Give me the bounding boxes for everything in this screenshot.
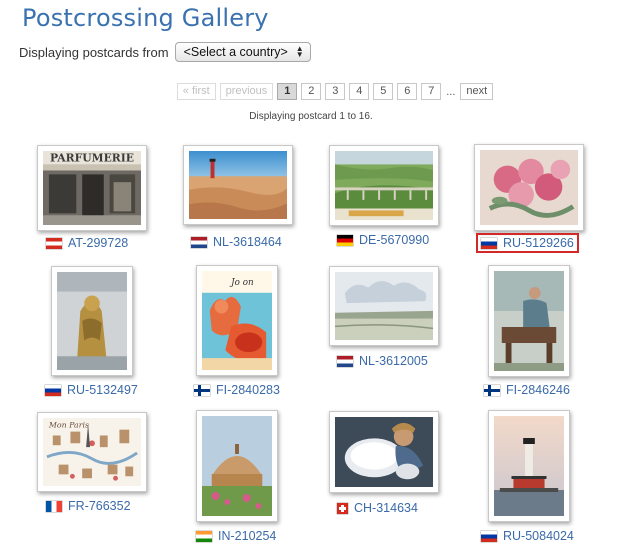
page-button-4[interactable]: 4	[349, 83, 370, 100]
page-button-3[interactable]: 3	[325, 83, 346, 100]
postcard-link[interactable]: FI-2846246	[484, 383, 570, 397]
postcard-thumbnail[interactable]: Mon Paris	[37, 412, 147, 492]
postcard-id: FR-766352	[68, 499, 131, 513]
postcard-thumbnail[interactable]	[329, 145, 439, 226]
first-page-button[interactable]: « first	[176, 83, 216, 100]
page-button-1[interactable]: 1	[277, 83, 298, 100]
postcard-thumbnail[interactable]	[329, 266, 439, 346]
postcard-link[interactable]: NL-3618464	[191, 235, 282, 249]
postcard-id: FI-2846246	[506, 383, 570, 397]
country-filter: Displaying postcards from <Select a coun…	[19, 42, 311, 62]
germany-flag-icon	[337, 234, 353, 246]
country-select-value: <Select a country>	[183, 45, 288, 59]
postcard-id: NL-3618464	[213, 235, 282, 249]
page-title: Postcrossing Gallery	[22, 4, 269, 32]
postcard-id: AT-299728	[68, 236, 129, 250]
postcard-id: RU-5129266	[503, 236, 574, 250]
postcard-link[interactable]: FI-2840283	[194, 383, 280, 397]
netherlands-flag-icon	[191, 236, 207, 248]
netherlands-flag-icon	[337, 355, 353, 367]
postcard-link[interactable]: IN-210254	[196, 529, 276, 543]
finland-flag-icon	[484, 384, 500, 396]
postcard-id: FI-2840283	[216, 383, 280, 397]
postcard-link[interactable]: NL-3612005	[337, 354, 428, 368]
display-status: Displaying postcard 1 to 16.	[249, 111, 373, 122]
postcard-link[interactable]: CH-314634	[337, 501, 418, 515]
postcard-link[interactable]: RU-5132497	[45, 383, 138, 397]
pagination: « first previous 1 2 3 4 5 6 7 ... next	[0, 83, 622, 100]
postcard-link[interactable]: RU-5084024	[481, 529, 574, 543]
svg-text:PARFUMERIE: PARFUMERIE	[50, 152, 134, 165]
filter-label: Displaying postcards from	[19, 44, 169, 60]
select-arrows-icon: ▲ ▼	[295, 44, 304, 59]
postcard-thumbnail[interactable]: PARFUMERIE	[37, 145, 147, 231]
postcard-thumbnail[interactable]	[51, 266, 133, 376]
russia-flag-icon	[481, 530, 497, 542]
postcard-link[interactable]: RU-5129266	[476, 233, 579, 253]
page-button-6[interactable]: 6	[397, 83, 418, 100]
country-select[interactable]: <Select a country> ▲ ▼	[174, 42, 311, 62]
postcard-thumbnail[interactable]	[488, 265, 570, 377]
postcard-link[interactable]: FR-766352	[46, 499, 131, 513]
postcard-link[interactable]: AT-299728	[46, 236, 128, 250]
next-page-button[interactable]: next	[460, 83, 494, 100]
page-button-2[interactable]: 2	[301, 83, 322, 100]
postcard-thumbnail[interactable]	[488, 410, 570, 522]
image-caption-text: Jo on	[229, 278, 254, 288]
russia-flag-icon	[481, 237, 497, 249]
postcard-id: IN-210254	[218, 529, 277, 543]
postcard-thumbnail[interactable]	[329, 411, 439, 493]
postcard-thumbnail[interactable]	[474, 144, 584, 231]
austria-flag-icon	[46, 237, 62, 249]
india-flag-icon	[196, 530, 212, 542]
postcard-id: CH-314634	[354, 501, 418, 515]
page-button-7[interactable]: 7	[421, 83, 442, 100]
postcard-id: RU-5132497	[67, 383, 138, 397]
postcard-id: DE-5670990	[359, 233, 430, 247]
postcard-id: NL-3612005	[359, 354, 428, 368]
france-flag-icon	[46, 500, 62, 512]
page-button-5[interactable]: 5	[373, 83, 394, 100]
postcard-link[interactable]: DE-5670990	[337, 233, 429, 247]
russia-flag-icon	[45, 384, 61, 396]
postcard-thumbnail[interactable]	[196, 410, 278, 522]
postcard-thumbnail[interactable]: Jo on	[196, 265, 278, 376]
previous-page-button[interactable]: previous	[219, 83, 274, 100]
postcard-id: RU-5084024	[503, 529, 574, 543]
switzerland-flag-icon	[337, 502, 348, 514]
finland-flag-icon	[194, 384, 210, 396]
image-caption-text: Mon Paris	[48, 421, 89, 430]
postcard-thumbnail[interactable]	[183, 145, 293, 225]
pagination-ellipsis: ...	[446, 85, 456, 98]
